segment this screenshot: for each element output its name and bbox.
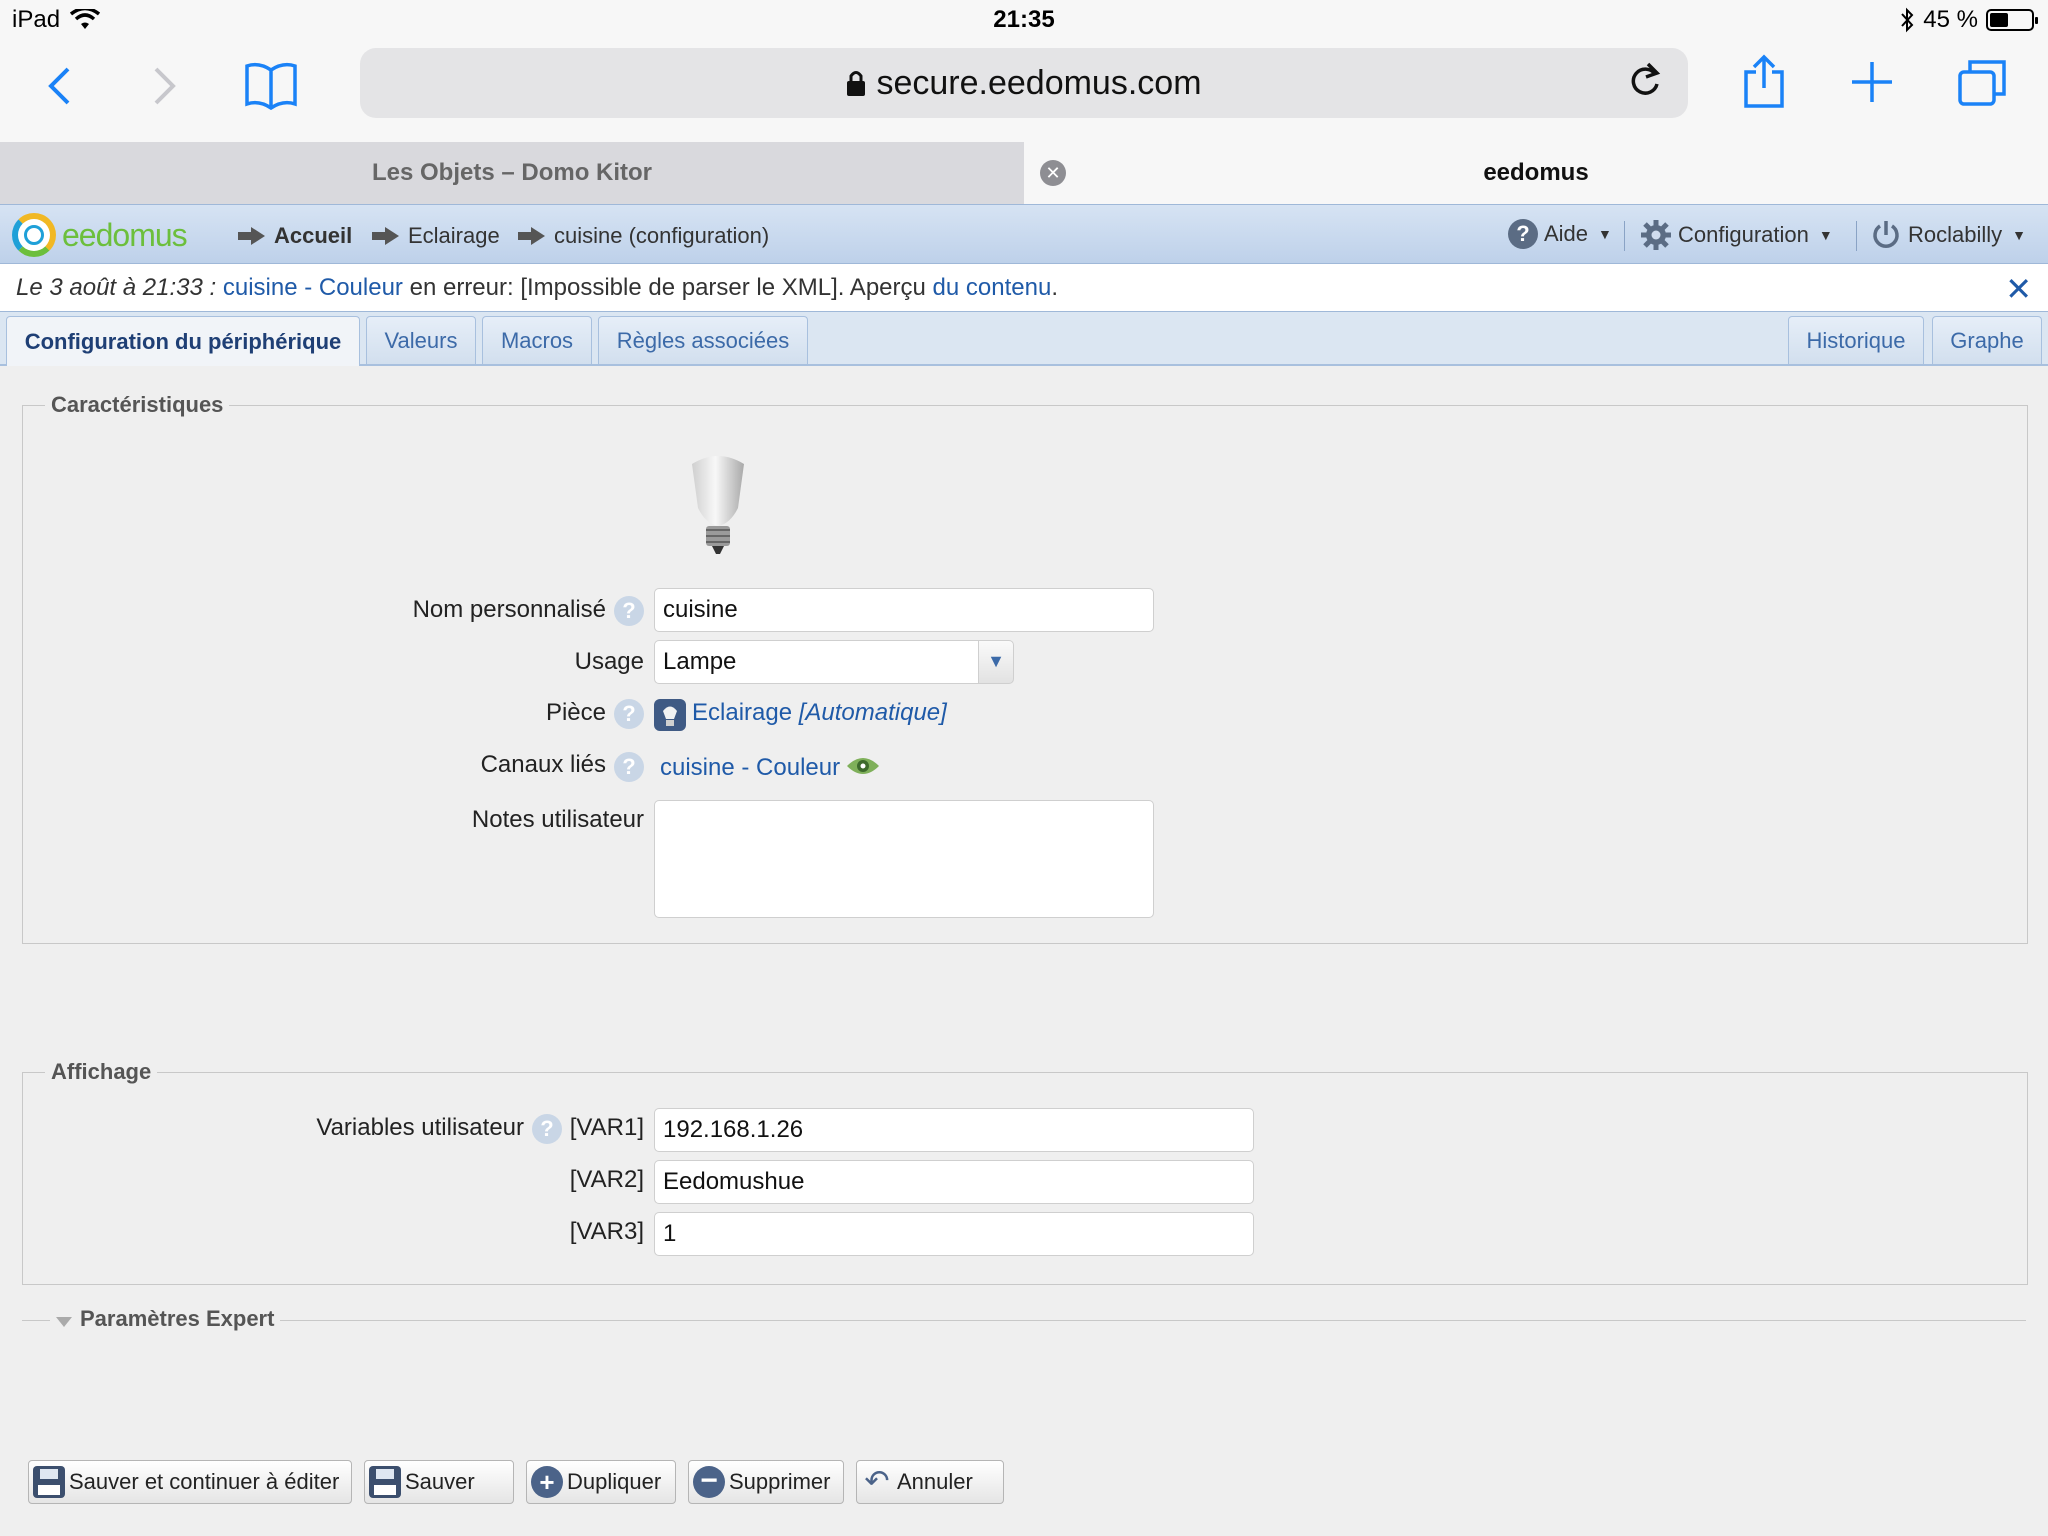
tab-macros[interactable]: Macros: [482, 316, 592, 364]
error-device-link[interactable]: cuisine - Couleur: [223, 274, 403, 301]
help-icon[interactable]: ?: [532, 1114, 562, 1144]
browser-tab-domo-kitor[interactable]: Les Objets – Domo Kitor: [0, 142, 1024, 204]
cancel-button[interactable]: ↶ Annuler: [856, 1460, 1004, 1504]
config-tabs: Configuration du périphérique Valeurs Ma…: [0, 312, 2048, 366]
tab-configuration[interactable]: Configuration du périphérique: [6, 316, 360, 366]
app-nav-bar: eedomus Accueil Eclairage cuisine (confi…: [0, 204, 2048, 264]
error-content-link[interactable]: du contenu: [933, 274, 1052, 301]
eye-icon[interactable]: [846, 754, 880, 778]
canaux-link[interactable]: cuisine - Couleur: [660, 754, 840, 782]
notes-textarea[interactable]: [654, 800, 1154, 918]
variables-label: Variables utilisateur: [316, 1114, 524, 1141]
nom-input[interactable]: cuisine: [654, 588, 1154, 632]
divider: [1856, 221, 1857, 251]
eedomus-logo[interactable]: eedomus: [12, 213, 188, 257]
plus-circle-icon: +: [531, 1466, 563, 1498]
battery-fill: [1990, 13, 2008, 27]
configuration-menu[interactable]: Configuration ▼: [1640, 219, 1833, 251]
lightbulb-icon: [692, 456, 744, 554]
help-menu[interactable]: ? Aide ▼: [1508, 219, 1612, 249]
browser-toolbar: secure.eedomus.com: [0, 42, 2048, 142]
browser-tab-bar: Les Objets – Domo Kitor eedomus ✕: [0, 142, 2048, 204]
error-notification: Le 3 août à 21:33 : cuisine - Couleur en…: [0, 264, 2048, 312]
logo-text: eedomus: [62, 216, 188, 253]
clock: 21:35: [993, 6, 1055, 33]
status-bar: iPad 21:35 45 %: [0, 0, 2048, 42]
power-icon: [1873, 221, 1899, 248]
var2-label: [VAR2]: [569, 1166, 644, 1193]
expand-triangle-icon: [56, 1317, 72, 1327]
browser-tab-eedomus[interactable]: eedomus: [1024, 142, 2048, 204]
tab-historique[interactable]: Historique: [1788, 316, 1924, 364]
breadcrumb-accueil[interactable]: Accueil: [238, 223, 352, 249]
floppy-disk-icon: [33, 1466, 65, 1498]
chevron-down-icon[interactable]: ▼: [978, 640, 1014, 684]
undo-icon: ↶: [864, 1465, 890, 1498]
section-title: Caractéristiques: [45, 392, 230, 418]
help-icon[interactable]: ?: [614, 596, 644, 626]
var1-label: [VAR1]: [569, 1114, 644, 1141]
canaux-label: Canaux liés: [480, 751, 606, 778]
breadcrumb-current: cuisine (configuration): [518, 223, 769, 249]
piece-link[interactable]: Eclairage [Automatique]: [692, 699, 947, 727]
arrow-right-icon: [372, 227, 400, 245]
floppy-disk-icon: [369, 1466, 401, 1498]
close-tab-icon[interactable]: ✕: [1040, 160, 1066, 186]
bluetooth-icon: [1901, 7, 1914, 33]
close-icon[interactable]: ✕: [2005, 270, 2032, 308]
divider: [22, 1320, 2026, 1321]
section-title: Affichage: [45, 1059, 158, 1085]
var3-label: [VAR3]: [569, 1218, 644, 1245]
arrow-right-icon: [518, 227, 546, 245]
help-icon[interactable]: ?: [614, 752, 644, 782]
bookmarks-icon[interactable]: [244, 60, 298, 110]
usage-select[interactable]: Lampe: [654, 640, 980, 684]
address-bar[interactable]: secure.eedomus.com: [360, 48, 1688, 118]
usage-label: Usage: [574, 648, 644, 675]
minus-circle-icon: −: [693, 1466, 725, 1498]
tab-graphe[interactable]: Graphe: [1932, 316, 2042, 364]
var1-input[interactable]: 192.168.1.26: [654, 1108, 1254, 1152]
help-icon[interactable]: ?: [614, 699, 644, 729]
divider: [1624, 221, 1625, 251]
share-icon[interactable]: [1742, 54, 1786, 110]
tab-regles[interactable]: Règles associées: [598, 316, 808, 364]
url-text: secure.eedomus.com: [876, 64, 1202, 102]
arrow-right-icon: [238, 227, 266, 245]
room-lighting-icon: [654, 699, 686, 731]
duplicate-button[interactable]: + Dupliquer: [526, 1460, 676, 1504]
delete-button[interactable]: − Supprimer: [688, 1460, 844, 1504]
user-menu[interactable]: Roclabilly ▼: [1870, 219, 2026, 251]
help-icon: ?: [1508, 219, 1538, 249]
caret-down-icon: ▼: [2012, 227, 2027, 243]
lock-icon: [847, 71, 866, 96]
error-date: Le 3 août à 21:33 :: [16, 274, 217, 301]
battery-percent: 45 %: [1923, 6, 1978, 33]
save-continue-button[interactable]: Sauver et continuer à éditer: [28, 1460, 352, 1504]
back-icon[interactable]: [46, 66, 72, 106]
battery-icon: [1986, 9, 2038, 31]
breadcrumb-eclairage[interactable]: Eclairage: [372, 223, 500, 249]
var3-input[interactable]: 1: [654, 1212, 1254, 1256]
var2-input[interactable]: Eedomushue: [654, 1160, 1254, 1204]
notes-label: Notes utilisateur: [471, 806, 644, 833]
piece-label: Pièce: [545, 699, 606, 726]
caret-down-icon: ▼: [1598, 226, 1612, 242]
logo-icon: [12, 213, 56, 257]
expert-toggle[interactable]: Paramètres Expert: [50, 1306, 281, 1332]
error-text: en erreur: [Impossible de parser le XML]…: [402, 274, 933, 301]
tabs-overview-icon[interactable]: [1956, 58, 2008, 108]
tab-valeurs[interactable]: Valeurs: [366, 316, 476, 364]
forward-icon[interactable]: [152, 66, 178, 106]
nom-label: Nom personnalisé: [412, 596, 606, 623]
new-tab-icon[interactable]: [1850, 60, 1894, 104]
gear-icon: [1641, 220, 1671, 250]
save-button[interactable]: Sauver: [364, 1460, 514, 1504]
caret-down-icon: ▼: [1818, 227, 1833, 243]
reload-icon[interactable]: [1628, 60, 1662, 98]
